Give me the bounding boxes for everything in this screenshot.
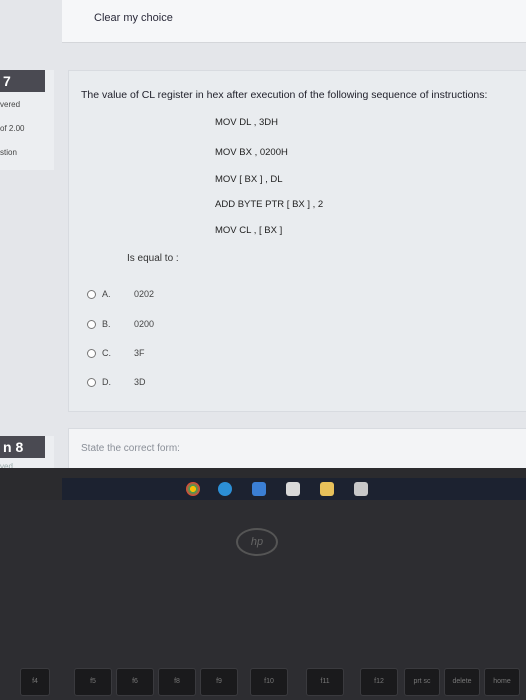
question-number: 7 — [0, 70, 45, 92]
hp-logo: hp — [236, 528, 278, 556]
radio-button[interactable] — [87, 377, 96, 387]
option-label: C. — [102, 348, 111, 358]
question-marks: of 2.00 — [0, 124, 25, 133]
flag-question[interactable]: stion — [0, 148, 17, 157]
question-status: vered — [0, 100, 21, 109]
instruction-2: MOV BX , 0200H — [215, 147, 288, 158]
key-f8[interactable]: f8 — [158, 668, 196, 696]
key-f6[interactable]: f6 — [116, 668, 154, 696]
next-question-card: State the correct form: — [68, 428, 526, 468]
instruction-1: MOV DL , 3DH — [215, 117, 278, 128]
question-text: The value of CL register in hex after ex… — [81, 89, 488, 101]
question-7-info: 7 vered of 2.00 stion — [0, 70, 54, 170]
instruction-4: ADD BYTE PTR [ BX ] , 2 — [215, 199, 324, 210]
clear-my-choice-link[interactable]: Clear my choice — [94, 12, 173, 24]
key-delete[interactable]: delete — [444, 668, 480, 696]
app-icon[interactable] — [354, 482, 368, 496]
option-label: B. — [102, 319, 111, 329]
option-label: D. — [102, 377, 111, 387]
option-a[interactable]: A. 0202 — [87, 289, 154, 299]
mail-icon[interactable] — [252, 482, 266, 496]
option-b[interactable]: B. 0200 — [87, 319, 154, 329]
edge-icon[interactable] — [218, 482, 232, 496]
key-f11[interactable]: f11 — [306, 668, 344, 696]
key-f4[interactable]: f4 — [20, 668, 50, 696]
key-f9[interactable]: f9 — [200, 668, 238, 696]
question-8-info: n 8 ved — [0, 436, 54, 468]
key-f5[interactable]: f5 — [74, 668, 112, 696]
instruction-5: MOV CL , [ BX ] — [215, 225, 283, 236]
question-number: n 8 — [0, 436, 45, 458]
keyboard-row: f4 f5 f6 f7 f8 f9 f10 f11 f12 prt sc del… — [0, 668, 526, 700]
previous-question-card: Clear my choice — [62, 0, 526, 43]
key-prtsc[interactable]: prt sc — [404, 668, 440, 696]
instruction-3: MOV [ BX ] , DL — [215, 174, 283, 185]
option-value: 0202 — [134, 289, 155, 299]
option-value: 0200 — [134, 319, 155, 329]
question-prompt: Is equal to : — [127, 253, 179, 264]
option-value: 3D — [134, 377, 146, 387]
key-home[interactable]: home — [484, 668, 520, 696]
option-d[interactable]: D. 3D — [87, 377, 146, 387]
store-icon[interactable] — [286, 482, 300, 496]
radio-button[interactable] — [87, 289, 96, 299]
screen: Clear my choice 7 vered of 2.00 stion Th… — [0, 0, 526, 468]
key-f12[interactable]: f12 — [360, 668, 398, 696]
option-value: 3F — [134, 348, 145, 358]
files-icon[interactable] — [320, 482, 334, 496]
taskbar — [62, 478, 526, 500]
radio-button[interactable] — [87, 348, 96, 358]
option-c[interactable]: C. 3F — [87, 348, 145, 358]
question-card: The value of CL register in hex after ex… — [68, 70, 526, 412]
option-label: A. — [102, 289, 111, 299]
question-status: ved — [0, 462, 13, 468]
radio-button[interactable] — [87, 319, 96, 329]
chrome-icon[interactable] — [186, 482, 200, 496]
key-f10[interactable]: f10 — [250, 668, 288, 696]
next-question-text: State the correct form: — [81, 443, 180, 454]
